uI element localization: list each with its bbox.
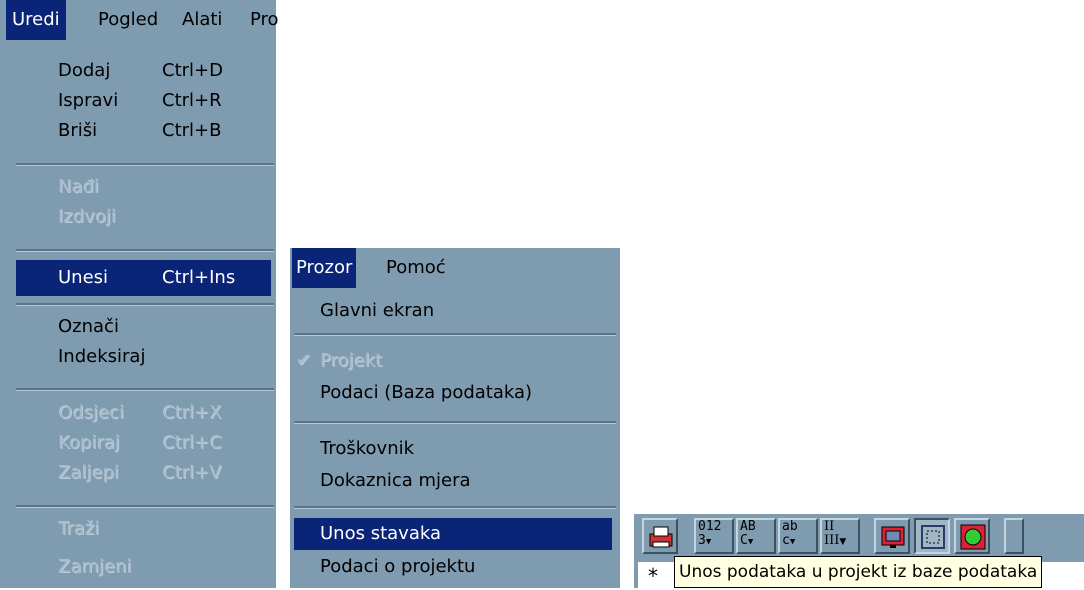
new-record-marker: * xyxy=(638,562,668,588)
uredi-menu-panel: Uredi Pogled Alati Pro Dodaj Ctrl+D Ispr… xyxy=(0,0,279,588)
chevron-down-icon: ▼ xyxy=(789,537,796,547)
menu-item-brisi[interactable]: Briši Ctrl+B xyxy=(16,116,271,146)
chevron-down-icon: ▼ xyxy=(747,537,754,547)
menu-item-trazi: Traži xyxy=(16,514,271,544)
menu-item-kopiraj: Kopiraj Ctrl+C xyxy=(16,428,271,458)
menu-item-label: Izdvoji xyxy=(58,206,116,227)
menu-item-izdvoji: Izdvoji xyxy=(16,202,271,232)
menu-item-label: Podaci o projektu xyxy=(320,556,476,577)
lowercase-format-icon: ab c▼ xyxy=(782,520,798,549)
more-button-partial[interactable] xyxy=(1004,518,1024,554)
menu-separator xyxy=(16,505,274,508)
menu-bar: Uredi Pogled Alati Pro xyxy=(0,0,279,40)
tooltip: Unos podataka u projekt iz baze podataka xyxy=(674,556,1043,588)
menu-item-podaci-baza[interactable]: Podaci (Baza podataka) xyxy=(294,378,612,408)
menu-separator xyxy=(294,506,616,509)
chevron-down-icon: ▼ xyxy=(705,537,712,547)
menu-item-label: Dodaj xyxy=(58,60,111,81)
checkmark-icon: ✔ xyxy=(296,350,312,371)
number-format-button[interactable]: 012 3▼ xyxy=(694,518,734,554)
menu-separator xyxy=(16,303,274,306)
globe-window-button[interactable] xyxy=(954,518,990,554)
select-frame-button[interactable] xyxy=(914,518,950,554)
icon-text: AB xyxy=(740,519,756,534)
menu-item-label: Dokaznica mjera xyxy=(320,470,471,491)
prozor-menu-panel: Prozor Pomoć Glavni ekran ✔ Projekt Poda… xyxy=(290,248,620,588)
menu-item-troskovnik[interactable]: Troškovnik xyxy=(294,434,612,464)
roman-format-button[interactable]: II III▼ xyxy=(820,518,860,554)
number-format-icon: 012 3▼ xyxy=(698,520,721,549)
icon-text: C xyxy=(740,533,748,548)
print-button[interactable] xyxy=(642,518,678,554)
menu-separator xyxy=(16,163,274,166)
icon-text: 3 xyxy=(698,533,706,548)
menu-item-shortcut: Ctrl+C xyxy=(162,432,222,453)
printer-icon xyxy=(649,526,673,548)
menu-item-nadi: Nađi xyxy=(16,172,271,202)
menu-item-oznaci[interactable]: Označi xyxy=(16,312,271,342)
icon-text: ab xyxy=(782,519,798,534)
menu-item-label: Zamjeni xyxy=(58,556,132,577)
menu-pogled[interactable]: Pogled xyxy=(98,0,158,40)
uppercase-format-icon: AB C▼ xyxy=(740,520,756,549)
chevron-down-icon: ▼ xyxy=(839,537,847,547)
roman-format-icon: II III▼ xyxy=(824,520,846,549)
menu-item-podaci-o-projektu[interactable]: Podaci o projektu xyxy=(294,552,612,582)
globe-icon xyxy=(960,524,986,550)
screen-red-button[interactable] xyxy=(874,518,910,554)
menu-separator xyxy=(294,333,616,336)
select-frame-icon xyxy=(921,525,945,549)
menu-item-shortcut: Ctrl+V xyxy=(162,462,222,483)
menu-item-label: Indeksiraj xyxy=(58,346,146,367)
menu-alati[interactable]: Alati xyxy=(182,0,222,40)
uppercase-format-button[interactable]: AB C▼ xyxy=(736,518,776,554)
menu-item-shortcut: Ctrl+Ins xyxy=(162,267,236,288)
menu-item-label: Nađi xyxy=(58,176,99,197)
menu-item-label: Ispravi xyxy=(58,90,119,111)
menu-item-glavni-ekran[interactable]: Glavni ekran xyxy=(294,296,612,326)
menu-item-label: Odsjeci xyxy=(58,402,124,423)
menu-item-shortcut: Ctrl+D xyxy=(162,60,223,81)
menu-item-label: Troškovnik xyxy=(320,438,415,459)
menu-item-label: Unesi xyxy=(58,267,109,288)
menu-item-label: Unos stavaka xyxy=(320,523,441,544)
icon-text: 012 xyxy=(698,519,722,534)
menu-prozor[interactable]: Prozor xyxy=(292,248,357,288)
icon-text: c xyxy=(782,533,790,548)
menu-separator xyxy=(16,388,274,391)
menu-item-dodaj[interactable]: Dodaj Ctrl+D xyxy=(16,56,271,86)
icon-text: II xyxy=(824,519,835,534)
menu-item-unesi[interactable]: Unesi Ctrl+Ins xyxy=(16,260,271,296)
menu-projekt-partial[interactable]: Pro xyxy=(250,0,279,40)
menu-item-ispravi[interactable]: Ispravi Ctrl+R xyxy=(16,86,271,116)
menu-item-dokaznica-mjera[interactable]: Dokaznica mjera xyxy=(294,466,612,496)
menu-item-zaljepi: Zaljepi Ctrl+V xyxy=(16,458,271,488)
menu-item-label: Glavni ekran xyxy=(320,300,435,321)
asterisk-icon: * xyxy=(648,564,658,588)
menu-pomoc[interactable]: Pomoć xyxy=(386,248,446,288)
tooltip-text: Unos podataka u projekt iz baze podataka xyxy=(679,562,1038,582)
screen-icon xyxy=(881,526,905,548)
menu-item-label: Traži xyxy=(58,518,100,539)
menu-item-odsjeci: Odsjeci Ctrl+X xyxy=(16,398,271,428)
icon-text: III xyxy=(824,533,840,548)
menu-item-label: Kopiraj xyxy=(58,432,120,453)
menu-separator xyxy=(16,249,274,252)
menu-item-projekt: ✔ Projekt xyxy=(294,346,612,376)
menu-bar: Prozor Pomoć xyxy=(290,248,620,288)
menu-item-shortcut: Ctrl+B xyxy=(162,120,222,141)
menu-item-zamjeni: Zamjeni xyxy=(16,552,271,582)
menu-item-label: Briši xyxy=(58,120,98,141)
menu-item-label: Označi xyxy=(58,316,119,337)
menu-item-indeksiraj[interactable]: Indeksiraj xyxy=(16,342,271,372)
menu-item-shortcut: Ctrl+X xyxy=(162,402,222,423)
lowercase-format-button[interactable]: ab c▼ xyxy=(778,518,818,554)
menu-separator xyxy=(294,421,616,424)
menu-item-label: Zaljepi xyxy=(58,462,119,483)
menu-uredi[interactable]: Uredi xyxy=(6,0,66,40)
menu-item-shortcut: Ctrl+R xyxy=(162,90,222,111)
menu-item-unos-stavaka[interactable]: Unos stavaka xyxy=(294,518,612,550)
menu-item-label: Podaci (Baza podataka) xyxy=(320,382,533,403)
menu-item-label: Projekt xyxy=(320,350,383,371)
